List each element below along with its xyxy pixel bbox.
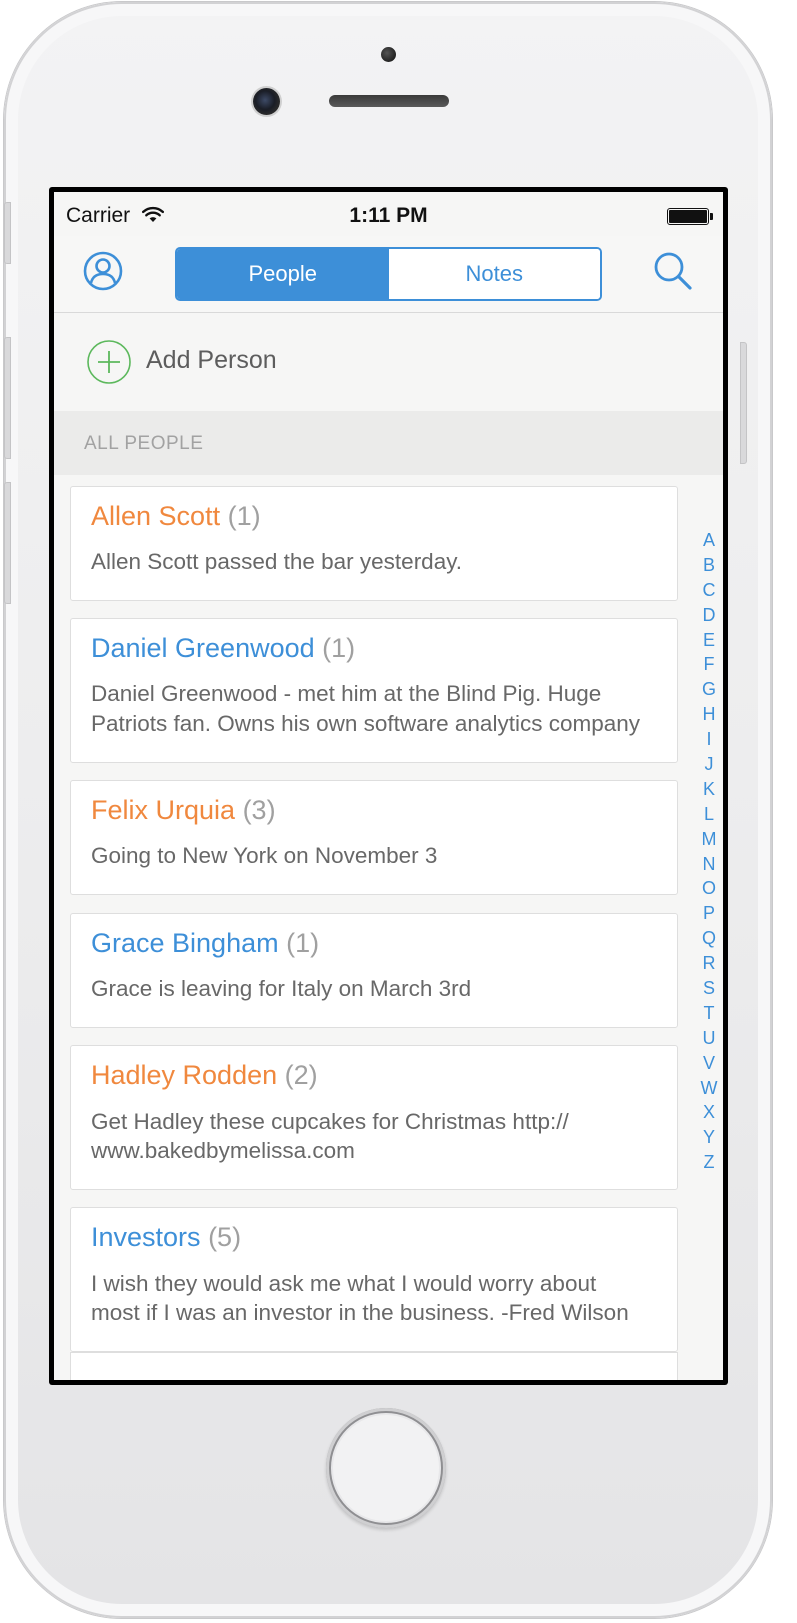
front-camera bbox=[253, 88, 280, 115]
note-preview-line-2: most if I was an investor in the busines… bbox=[91, 1300, 629, 1325]
person-name: Allen Scott bbox=[91, 501, 221, 531]
index-letter-n[interactable]: N bbox=[703, 852, 716, 877]
note-preview: Allen Scott passed the bar yesterday. bbox=[91, 549, 463, 574]
index-letter-e[interactable]: E bbox=[703, 628, 715, 653]
phone-body: Carrier 1:11 PM People Notes Add Person … bbox=[4, 2, 772, 1618]
index-letter-f[interactable]: F bbox=[704, 652, 715, 677]
person-card[interactable]: Grace Bingham (1) Grace is leaving for I… bbox=[70, 913, 678, 1028]
status-bar: Carrier 1:11 PM bbox=[54, 192, 723, 236]
battery-icon bbox=[667, 208, 713, 225]
screen-bezel: Carrier 1:11 PM People Notes Add Person … bbox=[49, 187, 728, 1385]
person-card-partial[interactable] bbox=[70, 1352, 678, 1380]
index-letter-s[interactable]: S bbox=[703, 976, 715, 1001]
proximity-sensor bbox=[381, 47, 396, 62]
note-preview-line-1: Daniel Greenwood - met him at the Blind … bbox=[91, 681, 602, 706]
app-display: Carrier 1:11 PM People Notes Add Person … bbox=[54, 192, 723, 1380]
index-letter-k[interactable]: K bbox=[703, 777, 715, 802]
section-header: ALL PEOPLE bbox=[54, 411, 723, 475]
person-title: Felix Urquia (3) bbox=[91, 795, 276, 826]
index-letter-v[interactable]: V bbox=[703, 1051, 715, 1076]
index-letter-m[interactable]: M bbox=[702, 827, 717, 852]
note-preview: Grace is leaving for Italy on March 3rd bbox=[91, 976, 472, 1001]
note-count: (1) bbox=[322, 633, 356, 663]
index-letter-t[interactable]: T bbox=[704, 1001, 715, 1026]
note-preview-line-2: Patriots fan. Owns his own software anal… bbox=[91, 711, 640, 736]
add-person-label: Add Person bbox=[146, 346, 277, 374]
tab-notes[interactable]: Notes bbox=[388, 249, 600, 299]
note-preview: Going to New York on November 3 bbox=[91, 843, 438, 868]
note-count: (2) bbox=[284, 1060, 318, 1090]
section-title: ALL PEOPLE bbox=[84, 433, 204, 454]
note-count: (3) bbox=[242, 795, 276, 825]
person-title: Grace Bingham (1) bbox=[91, 928, 319, 959]
profile-icon[interactable] bbox=[80, 248, 126, 294]
index-letter-o[interactable]: O bbox=[702, 876, 716, 901]
note-count: (1) bbox=[286, 928, 320, 958]
index-letter-h[interactable]: H bbox=[703, 702, 716, 727]
index-letter-w[interactable]: W bbox=[701, 1076, 718, 1101]
index-letter-z[interactable]: Z bbox=[704, 1150, 715, 1175]
home-button[interactable] bbox=[326, 1408, 446, 1528]
person-name: Felix Urquia bbox=[91, 795, 236, 825]
index-letter-x[interactable]: X bbox=[703, 1100, 715, 1125]
person-card[interactable]: Felix Urquia (3) Going to New York on No… bbox=[70, 780, 678, 895]
index-letter-r[interactable]: R bbox=[703, 951, 716, 976]
person-name: Hadley Rodden bbox=[91, 1060, 278, 1090]
nav-bar: People Notes bbox=[54, 236, 723, 313]
search-icon[interactable] bbox=[650, 248, 696, 294]
index-letter-q[interactable]: Q bbox=[702, 926, 716, 951]
index-letter-y[interactable]: Y bbox=[703, 1125, 715, 1150]
add-person-row[interactable]: Add Person bbox=[54, 313, 723, 411]
index-letter-b[interactable]: B bbox=[703, 553, 715, 578]
index-letter-c[interactable]: C bbox=[703, 578, 716, 603]
person-name: Daniel Greenwood bbox=[91, 633, 315, 663]
note-preview-line-1: I wish they would ask me what I would wo… bbox=[91, 1271, 597, 1296]
note-preview-line-2: www.bakedbymelissa.com bbox=[91, 1138, 355, 1163]
index-letter-j[interactable]: J bbox=[705, 752, 714, 777]
index-letter-u[interactable]: U bbox=[703, 1026, 716, 1051]
note-preview-line-1: Get Hadley these cupcakes for Christmas … bbox=[91, 1109, 569, 1134]
status-time: 1:11 PM bbox=[349, 204, 428, 227]
index-letter-d[interactable]: D bbox=[703, 603, 716, 628]
index-letter-a[interactable]: A bbox=[703, 528, 715, 553]
person-name: Investors bbox=[91, 1222, 201, 1252]
earpiece-speaker bbox=[329, 95, 449, 107]
person-title: Daniel Greenwood (1) bbox=[91, 633, 355, 664]
plus-circle-icon bbox=[87, 340, 131, 384]
silent-switch bbox=[4, 202, 11, 264]
person-card[interactable]: Daniel Greenwood (1) Daniel Greenwood - … bbox=[70, 618, 678, 763]
note-count: (5) bbox=[208, 1222, 242, 1252]
power-button bbox=[740, 342, 747, 464]
person-title: Investors (5) bbox=[91, 1222, 241, 1253]
person-title: Hadley Rodden (2) bbox=[91, 1060, 318, 1091]
index-letter-g[interactable]: G bbox=[702, 677, 716, 702]
index-letter-i[interactable]: I bbox=[706, 727, 711, 752]
person-card[interactable]: Hadley Rodden (2) Get Hadley these cupca… bbox=[70, 1045, 678, 1190]
index-letter-l[interactable]: L bbox=[704, 802, 714, 827]
index-letter-p[interactable]: P bbox=[703, 901, 715, 926]
person-card[interactable]: Investors (5) I wish they would ask me w… bbox=[70, 1207, 678, 1352]
volume-up-button bbox=[4, 337, 11, 459]
person-name: Grace Bingham bbox=[91, 928, 279, 958]
people-notes-segmented-control: People Notes bbox=[175, 247, 602, 301]
note-count: (1) bbox=[227, 501, 261, 531]
person-title: Allen Scott (1) bbox=[91, 501, 261, 532]
tab-people[interactable]: People bbox=[177, 249, 389, 299]
person-card[interactable]: Allen Scott (1) Allen Scott passed the b… bbox=[70, 486, 678, 601]
alphabet-index[interactable]: ABCDEFGHIJKLMNOPQRSTUVWXYZ bbox=[697, 528, 721, 1175]
volume-down-button bbox=[4, 482, 11, 604]
